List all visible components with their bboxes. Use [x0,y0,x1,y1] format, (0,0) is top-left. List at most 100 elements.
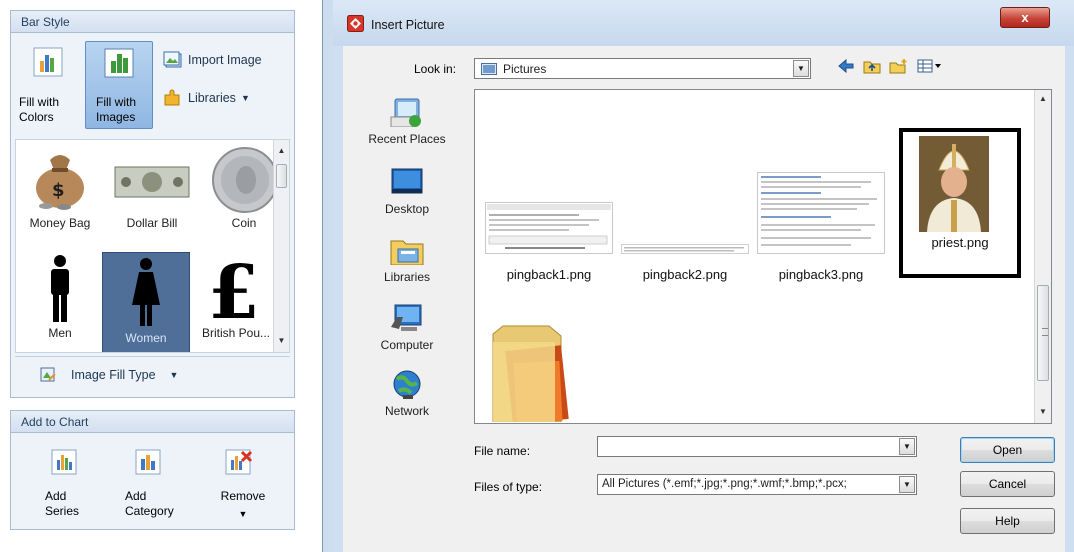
fill-with-colors-button[interactable]: Fill with Colors [19,45,79,131]
scroll-down-icon[interactable]: ▼ [274,334,289,348]
add-series-label: Add Series [45,489,80,518]
look-in-label: Look in: [414,62,457,76]
help-button[interactable]: Help [960,508,1055,534]
gallery-item-women[interactable]: Women [102,252,190,352]
up-folder-icon[interactable] [863,58,881,74]
gallery-label: Men [48,326,72,340]
money-bag-icon: $ [36,155,84,210]
place-libraries[interactable]: Libraries [357,235,457,284]
file-name-input[interactable]: ▼ [597,436,917,457]
libraries-dropdown-icon: ▼ [240,93,250,103]
new-folder-icon[interactable] [889,58,909,74]
place-label: Network [384,404,429,418]
libraries-puzzle-icon [164,89,180,106]
image-fill-type-dropdown-icon: ▼ [169,370,179,380]
file-item[interactable]: pingback2.png [617,182,753,322]
open-button[interactable]: Open [960,437,1055,463]
libraries-label: Libraries [188,91,236,105]
file-item-highlighted[interactable]: priest.png [899,128,1021,278]
file-name: pingback2.png [642,267,728,282]
dollar-bill-icon [114,166,190,198]
woman-icon [132,258,160,326]
look-in-combo[interactable]: Pictures ▼ [474,58,811,79]
remove-label: Remove [220,489,266,503]
gallery-label: Money Bag [29,216,91,230]
files-of-type-dropdown-icon[interactable]: ▼ [899,476,915,493]
remove-icon [225,449,253,475]
file-name: pingback1.png [506,267,592,282]
back-arrow-icon[interactable] [837,58,855,74]
grip-icon [1042,328,1048,336]
add-series-icon [51,449,77,475]
file-item[interactable]: pingback3.png [753,172,889,322]
color-bars-icon [33,47,63,77]
look-in-dropdown-icon[interactable]: ▼ [793,60,809,77]
gallery-label: Dollar Bill [126,216,178,230]
remove-dropdown-icon: ▼ [238,509,248,519]
import-image-button[interactable]: Import Image [163,51,262,69]
libraries-button[interactable]: Libraries ▼ [163,89,250,107]
place-label: Computer [380,338,434,352]
file-name: pingback3.png [778,267,864,282]
add-to-chart-title: Add to Chart [11,411,294,433]
files-of-type-select[interactable]: All Pictures (*.emf;*.jpg;*.png;*.wmf;*.… [597,474,917,495]
gallery-label: British Pou... [201,326,271,340]
file-item-folder[interactable] [481,322,617,422]
scroll-down-icon[interactable]: ▼ [1035,405,1051,419]
add-category-label: Add Category [125,489,174,518]
app-icon [347,15,364,32]
file-item[interactable]: pingback1.png [481,182,617,322]
places-bar: Recent Places Desktop Libraries Computer… [357,89,467,429]
fill-with-colors-label: Fill with Colors [19,95,60,124]
svg-text:£: £ [208,250,260,328]
file-name-label: File name: [474,444,531,458]
file-list[interactable]: pingback1.png pingback2.png pingback3.pn… [474,89,1052,424]
add-series-button[interactable]: Add Series [35,445,95,527]
place-network[interactable]: Network [357,369,457,418]
scroll-up-icon[interactable]: ▲ [1035,92,1051,106]
dialog-titlebar[interactable]: Insert Picture x [333,0,1074,46]
gallery-item-men[interactable]: Men [16,250,104,344]
gallery-label: Women [125,331,167,345]
fill-with-images-button[interactable]: Fill with Images [85,41,153,129]
image-fill-type-button[interactable]: Image Fill Type ▼ [39,366,178,384]
nav-toolbar [837,58,943,74]
gallery-scroll-thumb[interactable] [276,164,287,188]
image-fill-type-icon [40,367,56,382]
folder-icon [492,325,569,422]
remove-button[interactable]: Remove ▼ [211,445,275,527]
view-menu-icon[interactable] [917,58,943,74]
place-desktop[interactable]: Desktop [357,167,457,216]
file-list-scrollbar[interactable]: ▲ ▼ [1034,90,1051,423]
place-recent-places[interactable]: Recent Places [357,97,457,146]
gallery-item-dollar-bill[interactable]: Dollar Bill [108,140,196,234]
close-button[interactable]: x [1000,7,1050,28]
scroll-up-icon[interactable]: ▲ [274,144,289,158]
add-category-button[interactable]: Add Category [123,445,189,527]
file-list-scroll-thumb[interactable] [1037,285,1049,381]
dialog-body: Look in: Pictures ▼ Recent Places Deskto… [343,46,1065,552]
import-image-label: Import Image [188,53,262,67]
pingback2-thumbnail [621,244,749,254]
place-label: Recent Places [368,132,446,146]
cancel-button[interactable]: Cancel [960,471,1055,497]
add-category-icon [135,449,161,475]
image-gallery: $ Money Bag Dollar Bill Coin Men Women £… [15,139,290,353]
import-image-icon [163,51,182,68]
place-label: Desktop [384,202,430,216]
pound-icon: £ [208,250,260,328]
file-name-dropdown-icon[interactable]: ▼ [899,438,915,455]
gallery-scrollbar[interactable]: ▲ ▼ [273,140,289,352]
place-label: Libraries [383,270,431,284]
recent-places-icon [390,98,421,128]
look-in-value: Pictures [503,62,547,76]
image-fill-type-label: Image Fill Type [71,368,156,382]
gallery-item-money-bag[interactable]: $ Money Bag [16,140,104,234]
computer-icon [391,304,422,331]
add-to-chart-panel: Add to Chart Add Series Add Category Rem… [10,410,295,530]
place-computer[interactable]: Computer [357,303,457,352]
priest-photo-thumbnail [919,136,989,232]
gallery-item-british-pound[interactable]: £ British Pou... [194,250,278,344]
screen: Bar Style Fill with Colors Fill with Ima… [0,0,1074,552]
files-of-type-value: All Pictures (*.emf;*.jpg;*.png;*.wmf;*.… [602,478,847,490]
